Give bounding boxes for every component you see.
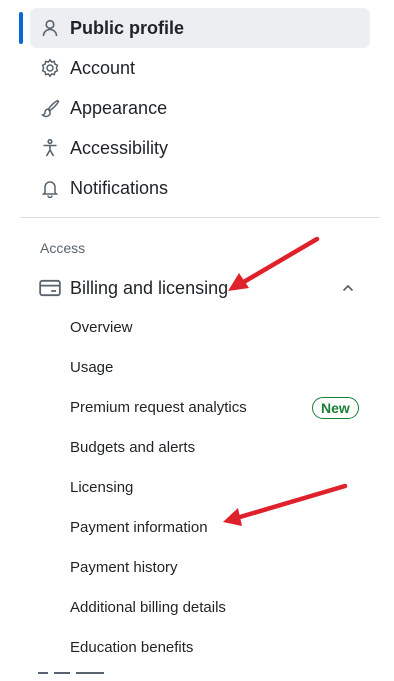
paintbrush-icon xyxy=(38,96,62,120)
sidebar-item-notifications[interactable]: Notifications xyxy=(30,168,370,208)
sidebar-item-label: Billing and licensing xyxy=(70,277,229,298)
chevron-up-icon[interactable] xyxy=(340,280,356,296)
sidebar-item-billing-and-licensing[interactable]: Billing and licensing xyxy=(30,268,370,308)
active-indicator xyxy=(19,12,23,44)
credit-card-icon xyxy=(38,276,62,300)
sidebar-item-public-profile[interactable]: Public profile xyxy=(30,8,370,48)
submenu-item-additional-billing-details[interactable]: Additional billing details xyxy=(70,599,226,616)
section-heading-access: Access xyxy=(40,240,86,256)
submenu-item-payment-history[interactable]: Payment history xyxy=(70,559,178,576)
sidebar-item-appearance[interactable]: Appearance xyxy=(30,88,370,128)
sidebar-item-label: Accessibility xyxy=(70,137,169,158)
sidebar-item-label: Appearance xyxy=(70,97,168,118)
submenu-item-overview[interactable]: Overview xyxy=(70,319,133,336)
sidebar-item-accessibility[interactable]: Accessibility xyxy=(30,128,370,168)
gear-icon xyxy=(38,56,62,80)
accessibility-icon xyxy=(38,136,62,160)
sidebar-item-label: Public profile xyxy=(70,17,185,38)
sidebar-item-label: Notifications xyxy=(70,177,169,198)
sidebar-item-label: Account xyxy=(70,57,136,78)
section-divider xyxy=(20,217,380,218)
bell-icon xyxy=(38,176,62,200)
submenu-item-premium-request-analytics[interactable]: Premium request analytics xyxy=(70,399,247,416)
submenu-item-licensing[interactable]: Licensing xyxy=(70,479,133,496)
submenu-item-education-benefits[interactable]: Education benefits xyxy=(70,639,193,656)
annotation-arrow-payment-info xyxy=(223,483,348,526)
cut-off-item xyxy=(38,672,104,674)
sidebar-item-account[interactable]: Account xyxy=(30,48,370,88)
submenu-item-budgets-and-alerts[interactable]: Budgets and alerts xyxy=(70,439,195,456)
submenu-item-usage[interactable]: Usage xyxy=(70,359,113,376)
new-badge: New xyxy=(312,397,359,419)
submenu-item-payment-information[interactable]: Payment information xyxy=(70,519,208,536)
person-icon xyxy=(38,16,62,40)
